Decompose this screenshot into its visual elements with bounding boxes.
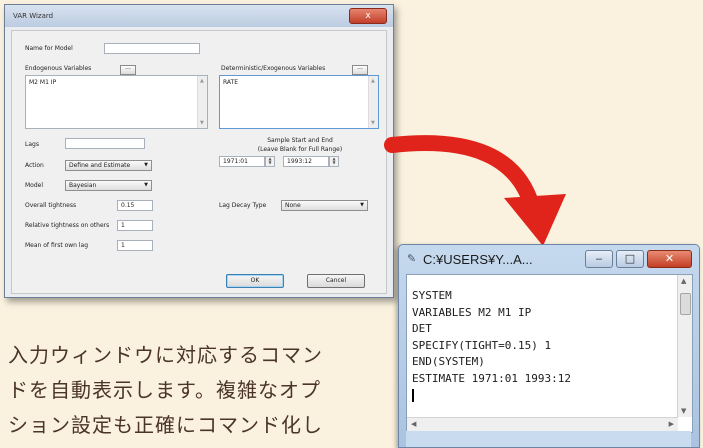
endogenous-textarea[interactable]: M2 M1 IP ▲ ▼: [25, 75, 208, 129]
window-bottom-border: [406, 431, 691, 447]
model-label: Model: [25, 182, 44, 189]
mean-first-lag-field[interactable]: 1: [117, 240, 153, 251]
sample-end-field[interactable]: 1993:12: [283, 156, 329, 167]
action-select-value: Define and Estimate: [69, 162, 131, 169]
lag-decay-select[interactable]: None ▼: [281, 200, 368, 211]
command-line: VARIABLES M2 M1 IP: [412, 305, 532, 319]
model-select-value: Bayesian: [69, 182, 97, 189]
close-button[interactable]: ✕: [647, 250, 692, 268]
endogenous-label: Endogenous Variables: [25, 65, 92, 72]
relative-tightness-field[interactable]: 1: [117, 220, 153, 231]
overall-tightness-field[interactable]: 0.15: [117, 200, 153, 211]
command-line: SYSTEM: [412, 289, 452, 302]
sample-start-spinner[interactable]: ▲ ▼: [265, 156, 275, 167]
caption-text: 入力ウィンドウに対応するコマン ドを自動表示します。複雑なオプ ション設定も正確…: [8, 338, 358, 443]
deterministic-label: Deterministic/Exogenous Variables: [221, 65, 326, 72]
sample-end-spinner[interactable]: ▲ ▼: [329, 156, 339, 167]
chevron-down-icon: ▼: [144, 182, 148, 188]
command-line: SPECIFY(TIGHT=0.15) 1: [412, 338, 552, 352]
lag-decay-select-value: None: [285, 202, 301, 209]
horizontal-scrollbar[interactable]: ◀ ▶: [407, 417, 678, 432]
endogenous-value: M2 M1 IP: [29, 79, 57, 86]
cancel-button[interactable]: Cancel: [307, 274, 365, 288]
ok-button[interactable]: OK: [226, 274, 284, 288]
sample-subheading: (Leave Blank for Full Range): [257, 146, 343, 153]
wizard-title: VAR Wizard: [13, 12, 54, 20]
lags-label: Lags: [25, 141, 39, 148]
chevron-down-icon: ▼: [360, 202, 364, 208]
var-wizard-dialog: VAR Wizard x Name for Model Endogenous V…: [4, 4, 394, 298]
caption-line: ション設定も正確にコマンド化し: [8, 413, 323, 437]
scroll-up-icon[interactable]: ▲: [681, 277, 686, 285]
model-select[interactable]: Bayesian ▼: [65, 180, 152, 191]
minimize-button[interactable]: ‒: [585, 250, 613, 268]
wizard-body: Name for Model Endogenous Variables ... …: [11, 30, 387, 294]
overall-tightness-label: Overall tightness: [25, 202, 77, 209]
command-console[interactable]: SYSTEM VARIABLES M2 M1 IP DET SPECIFY(TI…: [406, 274, 693, 433]
sample-heading: Sample Start and End: [267, 137, 333, 144]
action-select[interactable]: Define and Estimate ▼: [65, 160, 152, 171]
scroll-right-icon[interactable]: ▶: [669, 420, 674, 428]
maximize-button[interactable]: □: [616, 250, 644, 268]
mean-first-lag-label: Mean of first own lag: [25, 242, 89, 249]
name-for-model-field[interactable]: [104, 43, 200, 54]
scroll-thumb[interactable]: [680, 293, 691, 315]
wizard-close-button[interactable]: x: [349, 8, 387, 24]
command-line: DET: [412, 322, 432, 335]
text-caret: [412, 388, 414, 402]
endogenous-scrollbar[interactable]: ▲ ▼: [197, 76, 207, 128]
arrow-shaft: [384, 135, 540, 214]
endogenous-browse-button[interactable]: ...: [120, 65, 136, 75]
scroll-down-icon[interactable]: ▼: [681, 407, 686, 415]
app-icon: ✎: [407, 252, 417, 265]
command-line: ESTIMATE 1971:01 1993:12: [412, 371, 571, 385]
vertical-scrollbar[interactable]: ▲ ▼: [677, 275, 692, 417]
caption-line: ドを自動表示します。複雑なオプ: [8, 378, 321, 402]
deterministic-browse-button[interactable]: ...: [352, 65, 368, 75]
command-window: ✎ C:¥USERS¥Y...A... ‒ □ ✕ SYSTEM VARIABL…: [398, 244, 700, 448]
lags-field[interactable]: [65, 138, 145, 149]
arrow-head: [504, 194, 566, 246]
scroll-left-icon[interactable]: ◀: [411, 420, 416, 428]
action-label: Action: [25, 162, 44, 169]
lag-decay-label: Lag Decay Type: [219, 202, 267, 209]
sample-start-field[interactable]: 1971:01: [219, 156, 265, 167]
wizard-title-bar: VAR Wizard x: [5, 5, 393, 27]
deterministic-value: RATE: [223, 79, 239, 86]
caption-line: 入力ウィンドウに対応するコマン: [8, 343, 323, 367]
deterministic-textarea[interactable]: RATE ▲ ▼: [219, 75, 379, 129]
command-output: SYSTEM VARIABLES M2 M1 IP DET SPECIFY(TI…: [412, 288, 571, 404]
command-line: END(SYSTEM): [412, 355, 485, 368]
name-for-model-label: Name for Model: [25, 45, 73, 52]
command-window-title: C:¥USERS¥Y...A...: [423, 252, 533, 267]
chevron-down-icon: ▼: [144, 162, 148, 168]
relative-tightness-label: Relative tightness on others: [25, 222, 110, 229]
deterministic-scrollbar[interactable]: ▲ ▼: [368, 76, 378, 128]
